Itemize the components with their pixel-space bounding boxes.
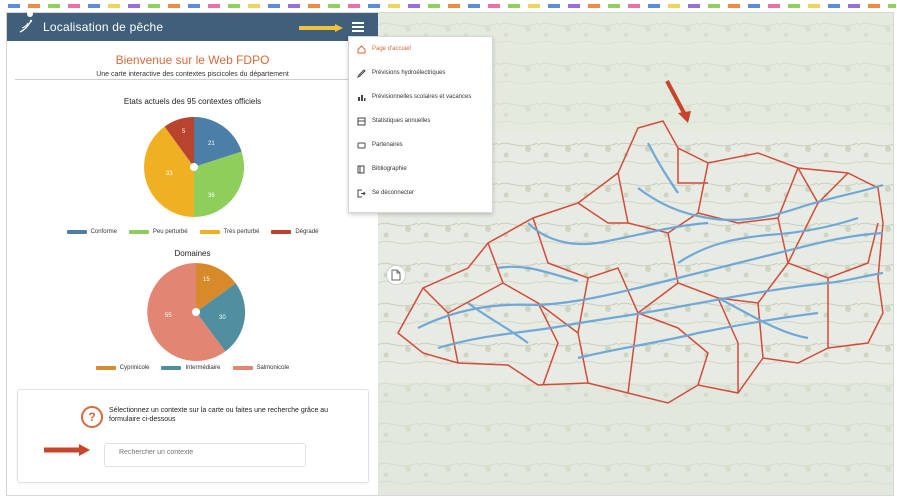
menu-item-hydro[interactable]: Prévisions hydroélectriques xyxy=(349,61,492,85)
question-icon: ? xyxy=(81,406,103,428)
menu-item-logout[interactable]: Se déconnecter xyxy=(349,181,492,205)
menu-item-label: Prévisionnelles scolaires et vacances xyxy=(372,94,472,100)
app-title: Localisation de pêche xyxy=(43,20,164,34)
legend-item: Cyprinicole xyxy=(95,365,149,371)
welcome-title: Bienvenue sur le Web FDPO xyxy=(115,53,270,67)
instruction-card: ? Sélectionnez un contexte sur la carte … xyxy=(17,389,369,483)
menu-item-label: Prévisions hydroélectriques xyxy=(372,70,446,76)
home-icon xyxy=(356,44,366,54)
welcome-section: Bienvenue sur le Web FDPO Une carte inte… xyxy=(7,53,378,78)
decorative-dashed-border xyxy=(8,4,896,8)
fishing-logo-icon xyxy=(19,19,33,33)
book-icon xyxy=(356,164,366,174)
menu-item-partners[interactable]: Partenaires xyxy=(349,133,492,157)
red-arrow-annotation xyxy=(665,80,691,123)
menu-item-forecasts[interactable]: Prévisionnelles scolaires et vacances xyxy=(349,85,492,109)
legend-item: Peu perturbé xyxy=(128,229,188,235)
navigation-menu: Page d'accueil Prévisions hydroélectriqu… xyxy=(348,36,493,213)
export-pdf-button[interactable] xyxy=(386,265,406,285)
menu-item-label: Page d'accueil xyxy=(372,46,411,52)
yellow-arrow-annotation xyxy=(299,24,343,32)
pie-label: 21 xyxy=(208,141,215,147)
categories-pie-chart: 15 30 55 xyxy=(147,263,246,361)
menu-toggle-button[interactable] xyxy=(350,19,366,35)
pie-label: 33 xyxy=(166,171,173,177)
application-window: Localisation de pêche Bienvenue sur le W… xyxy=(6,12,894,496)
chart-icon xyxy=(356,92,366,102)
categories-chart-title: Domaines xyxy=(174,249,211,258)
states-pie-chart: 21 36 33 5 xyxy=(144,116,245,218)
states-chart-title: Etats actuels des 95 contextes officiels xyxy=(123,97,262,106)
pie-label: 36 xyxy=(208,193,215,199)
pie-label: 30 xyxy=(219,315,226,321)
legend-item: Très perturbé xyxy=(199,229,259,235)
menu-item-label: Bibliographie xyxy=(372,166,407,172)
instruction-text: Sélectionnez un contexte sur la carte ou… xyxy=(109,407,329,423)
mouse-cursor xyxy=(27,11,33,17)
handshake-icon xyxy=(356,140,366,150)
legend-item: Salmonicole xyxy=(232,365,289,371)
menu-item-bibliography[interactable]: Bibliographie xyxy=(349,157,492,181)
document-icon xyxy=(391,269,401,281)
red-arrow-annotation xyxy=(44,444,90,456)
legend-item: Conforme xyxy=(66,229,117,235)
welcome-subtitle: Une carte interactive des contextes pisc… xyxy=(96,71,289,78)
menu-item-home[interactable]: Page d'accueil xyxy=(349,37,492,61)
hamburger-icon xyxy=(352,22,364,32)
pencil-icon xyxy=(356,68,366,78)
states-legend: Conforme Peu perturbé Très perturbé Dégr… xyxy=(7,229,378,235)
divider xyxy=(15,79,370,80)
menu-item-label: Partenaires xyxy=(372,142,403,148)
menu-item-statistics[interactable]: Statistiques annuelles xyxy=(349,109,492,133)
context-search-box[interactable] xyxy=(104,443,306,467)
top-bar: Localisation de pêche xyxy=(7,13,378,41)
table-icon xyxy=(356,116,366,126)
legend-item: Intermédiaire xyxy=(161,365,221,371)
pie-label: 55 xyxy=(165,313,172,319)
categories-legend: Cyprinicole Intermédiaire Salmonicole xyxy=(7,365,378,371)
legend-item: Dégradé xyxy=(271,229,318,235)
left-panel: Localisation de pêche Bienvenue sur le W… xyxy=(7,13,379,495)
menu-item-label: Statistiques annuelles xyxy=(372,118,431,124)
logout-icon xyxy=(356,188,366,198)
pie-label: 15 xyxy=(203,277,210,283)
menu-item-label: Se déconnecter xyxy=(372,190,415,196)
context-search-input[interactable] xyxy=(117,448,291,457)
